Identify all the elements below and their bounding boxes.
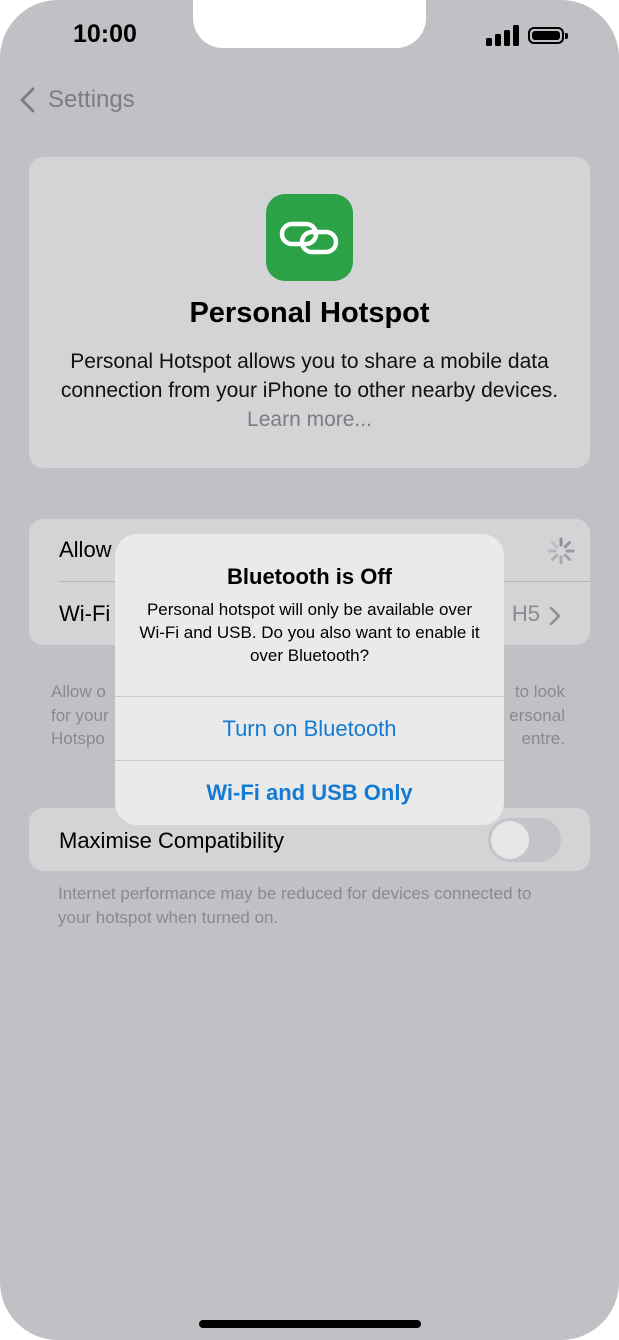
footer-line: to look <box>514 682 565 701</box>
wifi-password-row-label[interactable]: Wi-Fi <box>59 601 110 627</box>
learn-more-link[interactable]: Learn more... <box>247 408 372 431</box>
loading-spinner-icon <box>547 537 575 565</box>
footer-line: entre. <box>521 729 565 748</box>
wifi-password-value: H5 <box>511 601 540 626</box>
footer-line: for your <box>51 705 109 725</box>
footer-line: Hotspo <box>51 729 105 748</box>
battery-icon <box>528 27 568 44</box>
notch <box>193 0 426 48</box>
cellular-signal-icon <box>486 25 520 46</box>
hotspot-description-text: Personal Hotspot allows you to share a m… <box>60 350 559 402</box>
hotspot-info-card: Personal Hotspot Personal Hotspot allows… <box>29 157 590 468</box>
alert-title: Bluetooth is Off <box>227 564 392 589</box>
footer-line: ersonal <box>509 705 565 725</box>
chevron-left-icon <box>20 87 35 113</box>
footer-line: Allow o <box>51 682 106 701</box>
link-chain-icon <box>266 194 353 281</box>
allow-row-label[interactable]: Allow <box>59 537 112 563</box>
phone-screen: 10:00 Settings Personal Hotspot Personal… <box>0 0 619 1340</box>
hotspot-description: Personal Hotspot allows you to share a m… <box>49 347 570 434</box>
home-indicator[interactable] <box>199 1320 421 1328</box>
status-time: 10:00 <box>73 20 137 48</box>
toggle-knob <box>491 821 529 859</box>
back-label: Settings <box>48 86 135 113</box>
turn-on-bluetooth-button[interactable]: Turn on Bluetooth <box>115 697 504 760</box>
wifi-usb-only-button[interactable]: Wi-Fi and USB Only <box>115 761 504 825</box>
alert-message: Personal hotspot will only be available … <box>139 600 480 665</box>
maximise-compatibility-label: Maximise Compatibility <box>59 828 284 853</box>
back-button[interactable]: Settings <box>16 84 135 116</box>
compatibility-footer-text: Internet performance may be reduced for … <box>58 884 532 927</box>
bluetooth-alert-dialog: Bluetooth is Off Personal hotspot will o… <box>115 534 504 825</box>
chevron-right-icon <box>549 606 561 626</box>
hotspot-title: Personal Hotspot <box>189 297 430 329</box>
